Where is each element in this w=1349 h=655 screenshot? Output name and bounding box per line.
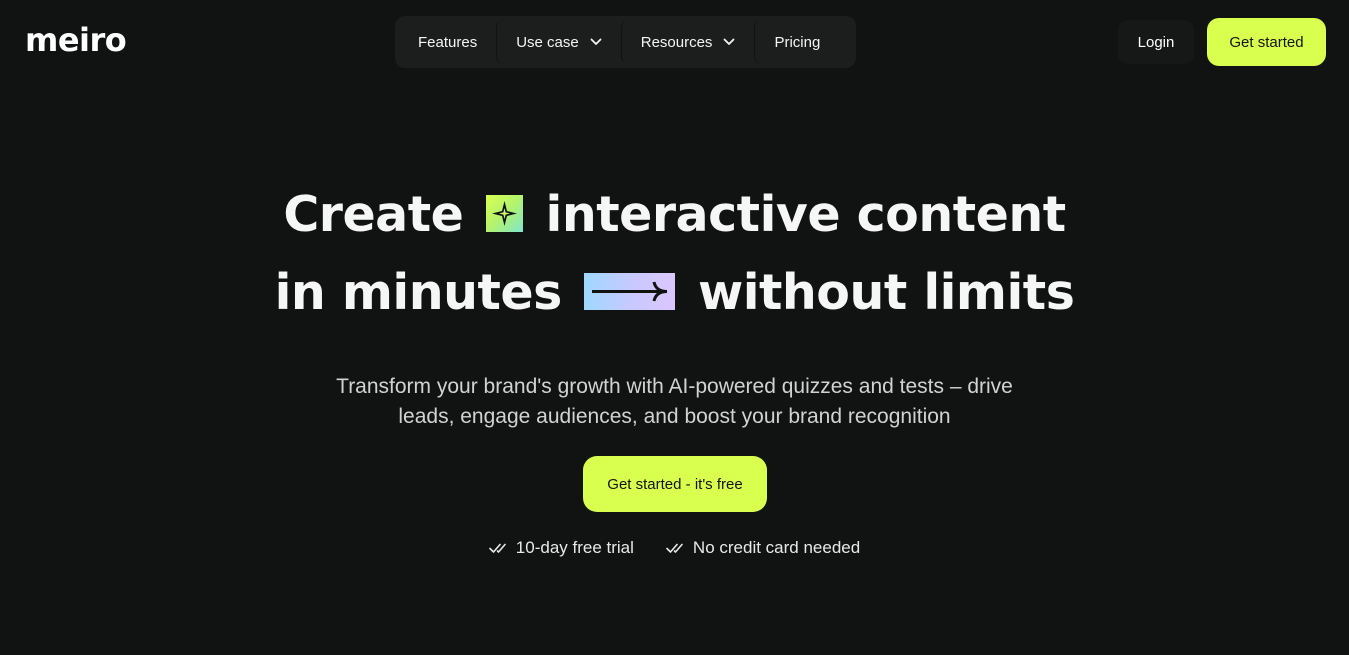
nav-item-label: Resources xyxy=(640,33,713,51)
chevron-down-icon xyxy=(590,38,602,45)
brand-logo[interactable]: meiro xyxy=(25,20,127,60)
arrow-right-icon xyxy=(584,273,676,310)
perk-label: No credit card needed xyxy=(692,538,861,557)
nav-item-label: Use case xyxy=(516,33,579,51)
headline-text: without limits xyxy=(697,264,1075,321)
hero-headline-line-1: Create interactive content xyxy=(0,185,1349,245)
headline-text: in minutes xyxy=(274,264,563,321)
perks-list: 10-day free trial No credit card needed xyxy=(0,536,1349,560)
perk-item: 10-day free trial xyxy=(488,536,634,560)
hero-subtitle: Transform your brand's growth with AI-po… xyxy=(0,372,1349,432)
headline-text: interactive content xyxy=(545,186,1067,243)
perk-item: No credit card needed xyxy=(666,536,860,560)
hero-headline-line-2: in minutes without limits xyxy=(0,263,1349,323)
nav-item-pricing[interactable]: Pricing xyxy=(754,20,839,64)
nav-item-label: Pricing xyxy=(774,33,821,51)
nav-item-features[interactable]: Features xyxy=(399,20,496,64)
double-check-icon xyxy=(488,543,506,553)
get-started-button[interactable]: Get started xyxy=(1207,18,1326,66)
nav-item-use-case[interactable]: Use case xyxy=(496,20,621,64)
main-nav: Features Use case Resources Pricing xyxy=(395,16,856,68)
subtitle-line: Transform your brand's growth with AI-po… xyxy=(336,375,1013,398)
login-button[interactable]: Login xyxy=(1118,20,1194,64)
headline-text: Create xyxy=(283,186,464,243)
get-started-free-button[interactable]: Get started - it's free xyxy=(583,456,767,512)
sparkle-icon xyxy=(485,195,523,232)
perk-label: 10-day free trial xyxy=(515,538,634,557)
double-check-icon xyxy=(666,543,683,553)
nav-item-resources[interactable]: Resources xyxy=(620,20,755,64)
nav-item-label: Features xyxy=(418,33,478,51)
site-header: meiro Features Use case Resources Pricin… xyxy=(0,0,1349,84)
chevron-down-icon xyxy=(724,38,735,45)
subtitle-line: leads, engage audiences, and boost your … xyxy=(398,405,951,428)
